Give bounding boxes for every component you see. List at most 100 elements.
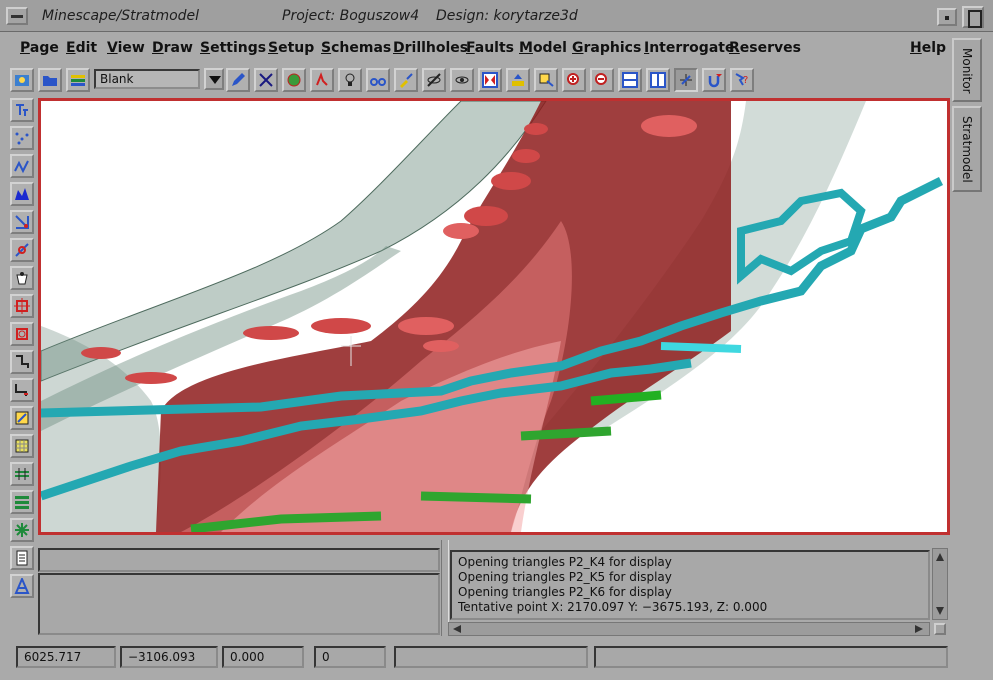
fill-tool-button[interactable] (10, 182, 34, 206)
binoculars-button[interactable] (366, 68, 390, 92)
svg-text:?: ? (743, 75, 748, 86)
box-deselect-button[interactable] (10, 322, 34, 346)
pdf-button[interactable] (310, 68, 334, 92)
pencil-button[interactable] (226, 68, 250, 92)
zoom-in-button[interactable] (562, 68, 586, 92)
minimize-button[interactable] (937, 8, 957, 26)
side-toolbar (8, 98, 36, 608)
menu-page[interactable]: Page (20, 40, 59, 56)
menu-schemas[interactable]: Schemas (321, 40, 391, 56)
box-deselect-icon (16, 328, 28, 340)
tab-stratmodel[interactable]: Stratmodel (952, 106, 982, 192)
help-cursor-button[interactable]: ? (730, 68, 754, 92)
measure-tool-button[interactable] (10, 238, 34, 262)
red-disc (491, 172, 531, 190)
message-line: Tentative point X: 2170.097 Y: −3675.193… (458, 600, 768, 614)
pdf-icon (316, 72, 328, 86)
pencil-icon (232, 73, 245, 86)
box-select-button[interactable] (10, 294, 34, 318)
hatch-tool-button[interactable] (10, 434, 34, 458)
open-design-icon (15, 75, 29, 86)
corner-tool-button[interactable] (10, 350, 34, 374)
red-disc (311, 318, 371, 334)
pattern-tool-button[interactable] (10, 406, 34, 430)
undo-button[interactable] (702, 68, 726, 92)
zoom-in-icon (567, 73, 579, 85)
status-field-5 (394, 646, 588, 668)
binoculars-icon (370, 78, 386, 86)
report-tool-icon (16, 550, 28, 566)
star-tool-button[interactable] (10, 518, 34, 542)
menu-reserves[interactable]: Reserves (729, 40, 801, 56)
layers-icon (71, 75, 85, 86)
design-title: Design: korytarze3d (436, 8, 578, 24)
help-cursor-icon: ? (735, 73, 748, 86)
menu-settings[interactable]: Settings (200, 40, 266, 56)
layers-button[interactable] (66, 68, 90, 92)
menu-drillholes[interactable]: Drillholes (393, 40, 468, 56)
scroll-left-arrow-icon[interactable] (453, 625, 461, 633)
graphics-viewport[interactable] (38, 98, 950, 535)
command-input-field[interactable] (38, 548, 440, 572)
menu-help[interactable]: Help (910, 40, 946, 56)
menu-setup[interactable]: Setup (268, 40, 314, 56)
menu-graphics[interactable]: Graphics (572, 40, 641, 56)
scroll-down-arrow-icon[interactable] (936, 607, 944, 615)
report-tool-button[interactable] (10, 546, 34, 570)
zoom-extents-button[interactable] (478, 68, 502, 92)
scroll-up-arrow-icon[interactable] (936, 553, 944, 561)
snap-tool-button[interactable] (10, 210, 34, 234)
menu-edit[interactable]: Edit (66, 40, 97, 56)
horizontal-split-button[interactable] (618, 68, 642, 92)
export-button[interactable] (506, 68, 530, 92)
message-line: Opening triangles P2_K5 for display (458, 570, 672, 584)
menu-faults[interactable]: Faults (466, 40, 514, 56)
star-tool-icon (15, 523, 29, 537)
grid-tool-button[interactable] (10, 462, 34, 486)
vertical-split-button[interactable] (646, 68, 670, 92)
project-title: Project: Boguszow4 (282, 8, 420, 24)
lamp-button[interactable] (338, 68, 362, 92)
tab-monitor[interactable]: Monitor (952, 38, 982, 102)
text-tool-button[interactable] (10, 98, 34, 122)
menu-draw[interactable]: Draw (152, 40, 193, 56)
title-bar: Minescape/Stratmodel Project: Boguszow4 … (0, 0, 993, 32)
menu-interrogate[interactable]: Interrogate (644, 40, 734, 56)
green-seam-2 (520, 426, 612, 441)
zoom-out-button[interactable] (590, 68, 614, 92)
menu-view[interactable]: View (107, 40, 145, 56)
show-button[interactable] (450, 68, 474, 92)
message-horizontal-scrollbar[interactable] (448, 622, 930, 636)
polyline-tool-button[interactable] (10, 154, 34, 178)
layer-select[interactable]: Blank (94, 69, 200, 89)
step-tool-button[interactable] (10, 378, 34, 402)
open-design-button[interactable] (10, 68, 34, 92)
bucket-tool-button[interactable] (10, 266, 34, 290)
brush-button[interactable] (394, 68, 418, 92)
triangle-tool-button[interactable] (10, 574, 34, 598)
message-vertical-scrollbar[interactable] (932, 548, 948, 620)
open-folder-button[interactable] (38, 68, 62, 92)
side-tab-strip: Monitor Stratmodel (950, 36, 990, 636)
zoom-out-icon (595, 73, 607, 85)
message-line: Opening triangles P2_K4 for display (458, 555, 672, 569)
cursor-mode-button[interactable] (674, 68, 698, 92)
globe-button[interactable] (282, 68, 306, 92)
undo-icon (708, 74, 722, 88)
message-log: Opening triangles P2_K4 for display Open… (450, 550, 930, 620)
menu-model[interactable]: Model (519, 40, 567, 56)
horizontal-split-icon (622, 72, 638, 88)
stack-tool-button[interactable] (10, 490, 34, 514)
grid-tool-icon (15, 468, 29, 480)
layer-dropdown-button[interactable] (204, 68, 224, 90)
hide-button[interactable] (422, 68, 446, 92)
delete-tool-button[interactable] (254, 68, 278, 92)
maximize-button[interactable] (962, 6, 984, 28)
window-menu-button[interactable] (6, 7, 28, 25)
text-tool-icon (16, 104, 28, 116)
red-disc (423, 340, 459, 352)
vertical-split-icon (650, 72, 666, 88)
select-window-button[interactable] (534, 68, 558, 92)
scroll-right-arrow-icon[interactable] (915, 625, 923, 633)
points-tool-button[interactable] (10, 126, 34, 150)
